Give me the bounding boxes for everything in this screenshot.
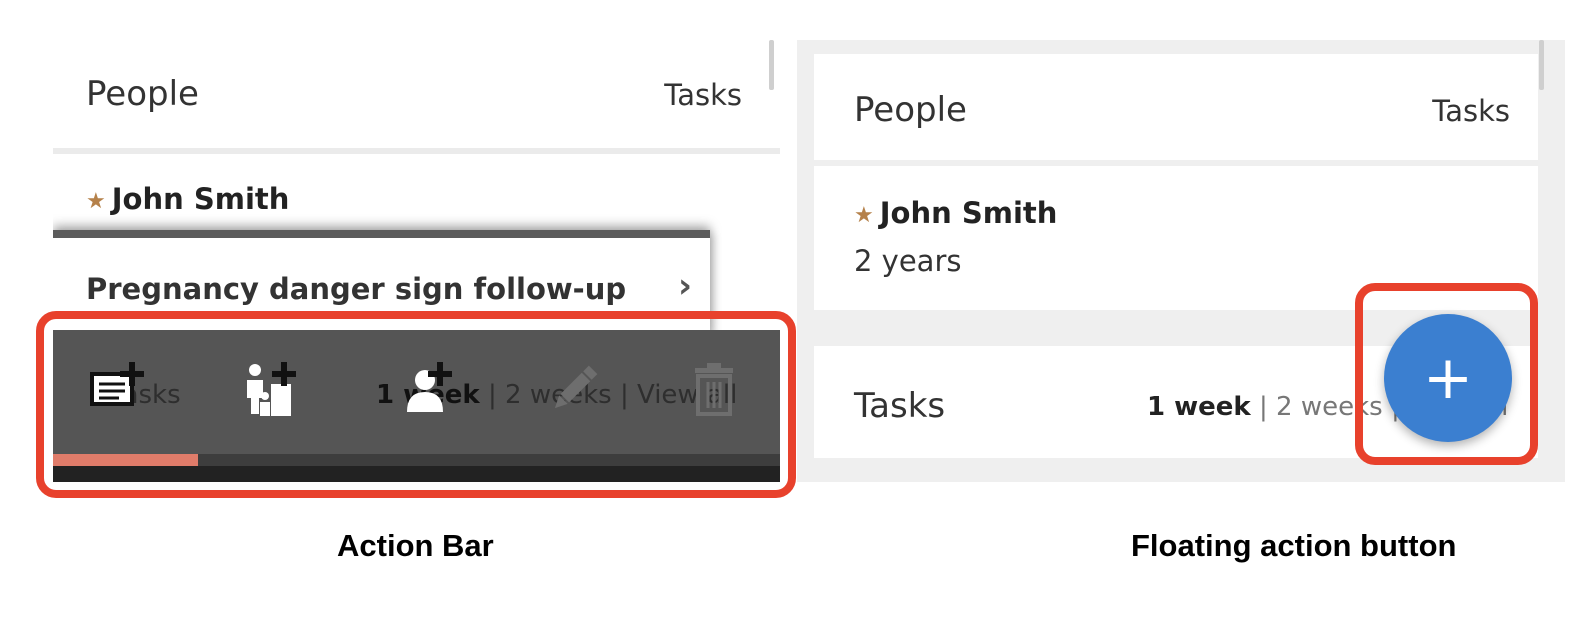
action-bar-highlight [36,311,796,498]
tasks-link[interactable]: Tasks [1432,94,1510,128]
tasks-title: Tasks [854,386,946,426]
people-header: People Tasks [53,40,780,148]
person-name-row: ★ John Smith [854,196,1057,230]
star-icon: ★ [86,189,106,214]
chevron-right-icon: › [677,266,692,306]
fab-highlight [1355,283,1538,465]
page-title: People [854,90,967,130]
scrollbar[interactable] [769,40,774,90]
caption-fab: Floating action button [1131,528,1457,563]
caption-action-bar: Action Bar [337,528,494,563]
person-age: 2 years [854,244,962,278]
person-name: John Smith [111,182,290,216]
scrollbar[interactable] [1539,40,1544,90]
people-header: People Tasks [814,54,1538,160]
person-name: John Smith [879,196,1058,230]
tasks-link[interactable]: Tasks [664,78,742,112]
page-title: People [86,74,199,114]
task-title: Pregnancy danger sign follow-up [86,272,627,306]
divider [53,148,780,154]
range-active: 1 week [1147,392,1251,422]
star-icon: ★ [854,203,874,228]
person-item[interactable]: ★ John Smith [86,182,289,216]
